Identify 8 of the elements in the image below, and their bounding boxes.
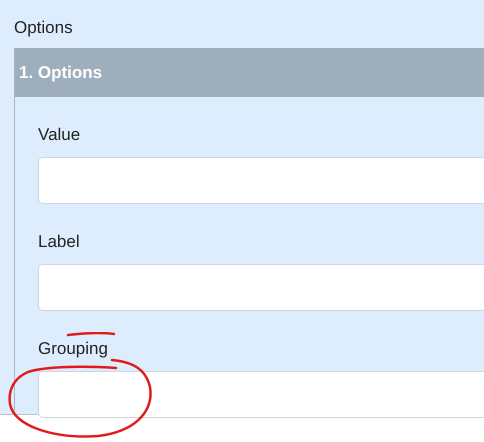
- field-label: Grouping: [38, 338, 108, 360]
- input-field[interactable]: [38, 371, 484, 418]
- section-label: Options: [14, 17, 74, 39]
- field-label: Value: [38, 124, 80, 146]
- panel-header: 1. Options: [15, 48, 484, 97]
- field-label: Label: [38, 231, 80, 253]
- input-field[interactable]: [38, 264, 484, 311]
- input-field[interactable]: [38, 157, 484, 204]
